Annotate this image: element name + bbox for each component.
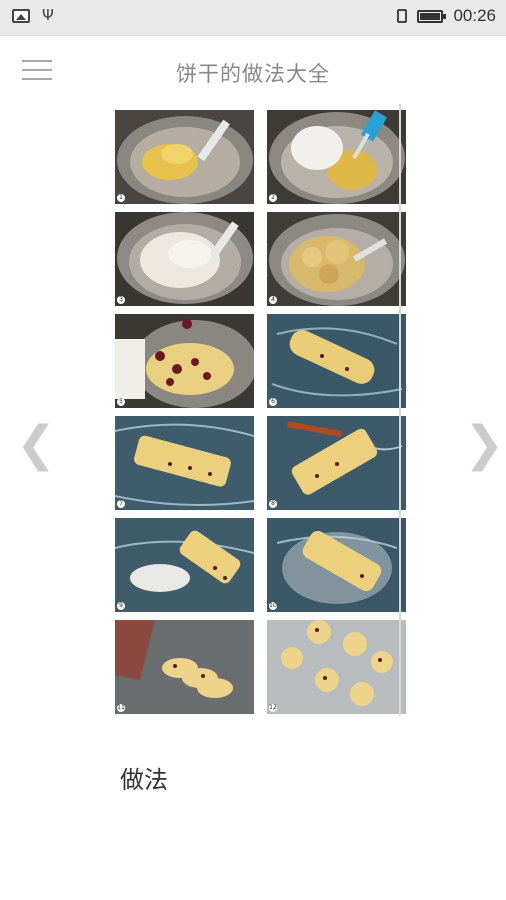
step-number: 9 bbox=[117, 602, 125, 610]
step-photo-10[interactable]: 10 bbox=[267, 518, 406, 612]
step-photo-6[interactable]: 6 bbox=[267, 314, 406, 408]
step-number: 10 bbox=[269, 602, 277, 610]
step-photo-1[interactable]: 1 bbox=[115, 110, 254, 204]
status-left-icons: Ψ bbox=[12, 8, 54, 23]
page-title: 饼干的做法大全 bbox=[176, 62, 330, 86]
divider bbox=[399, 104, 401, 716]
step-photo-7[interactable]: 7 bbox=[115, 416, 254, 510]
step-number: 4 bbox=[269, 296, 277, 304]
step-photo-3[interactable]: 3 bbox=[115, 212, 254, 306]
step-number: 7 bbox=[117, 500, 125, 508]
sim-icon bbox=[397, 9, 408, 23]
method-section-heading: 做法 bbox=[120, 766, 168, 794]
step-photo-5[interactable]: 5 bbox=[115, 314, 254, 408]
usb-icon: Ψ bbox=[42, 6, 54, 24]
step-photo-9[interactable]: 9 bbox=[115, 518, 254, 612]
step-photo-4[interactable]: 4 bbox=[267, 212, 406, 306]
step-number: 2 bbox=[269, 194, 277, 202]
status-time: 00:26 bbox=[453, 6, 496, 25]
image-notification-icon bbox=[12, 8, 30, 23]
step-photo-2[interactable]: 2 bbox=[267, 110, 406, 204]
chevron-left-icon[interactable]: ❮ bbox=[16, 420, 56, 468]
step-number: 6 bbox=[269, 398, 277, 406]
step-photo-8[interactable]: 8 bbox=[267, 416, 406, 510]
app-header: 饼干的做法大全 bbox=[0, 36, 506, 116]
step-photo-11[interactable]: 11 bbox=[115, 620, 254, 714]
step-photo-12[interactable]: 12 bbox=[267, 620, 406, 714]
status-bar: Ψ 00:26 bbox=[0, 0, 506, 36]
step-number: 3 bbox=[117, 296, 125, 304]
battery-icon bbox=[417, 9, 447, 23]
step-number: 5 bbox=[117, 398, 125, 406]
chevron-right-icon[interactable]: ❯ bbox=[464, 420, 504, 468]
step-number: 12 bbox=[269, 704, 277, 712]
step-number: 1 bbox=[117, 194, 125, 202]
step-number: 11 bbox=[117, 704, 125, 712]
status-right-icons: 00:26 bbox=[397, 6, 496, 26]
step-number: 8 bbox=[269, 500, 277, 508]
